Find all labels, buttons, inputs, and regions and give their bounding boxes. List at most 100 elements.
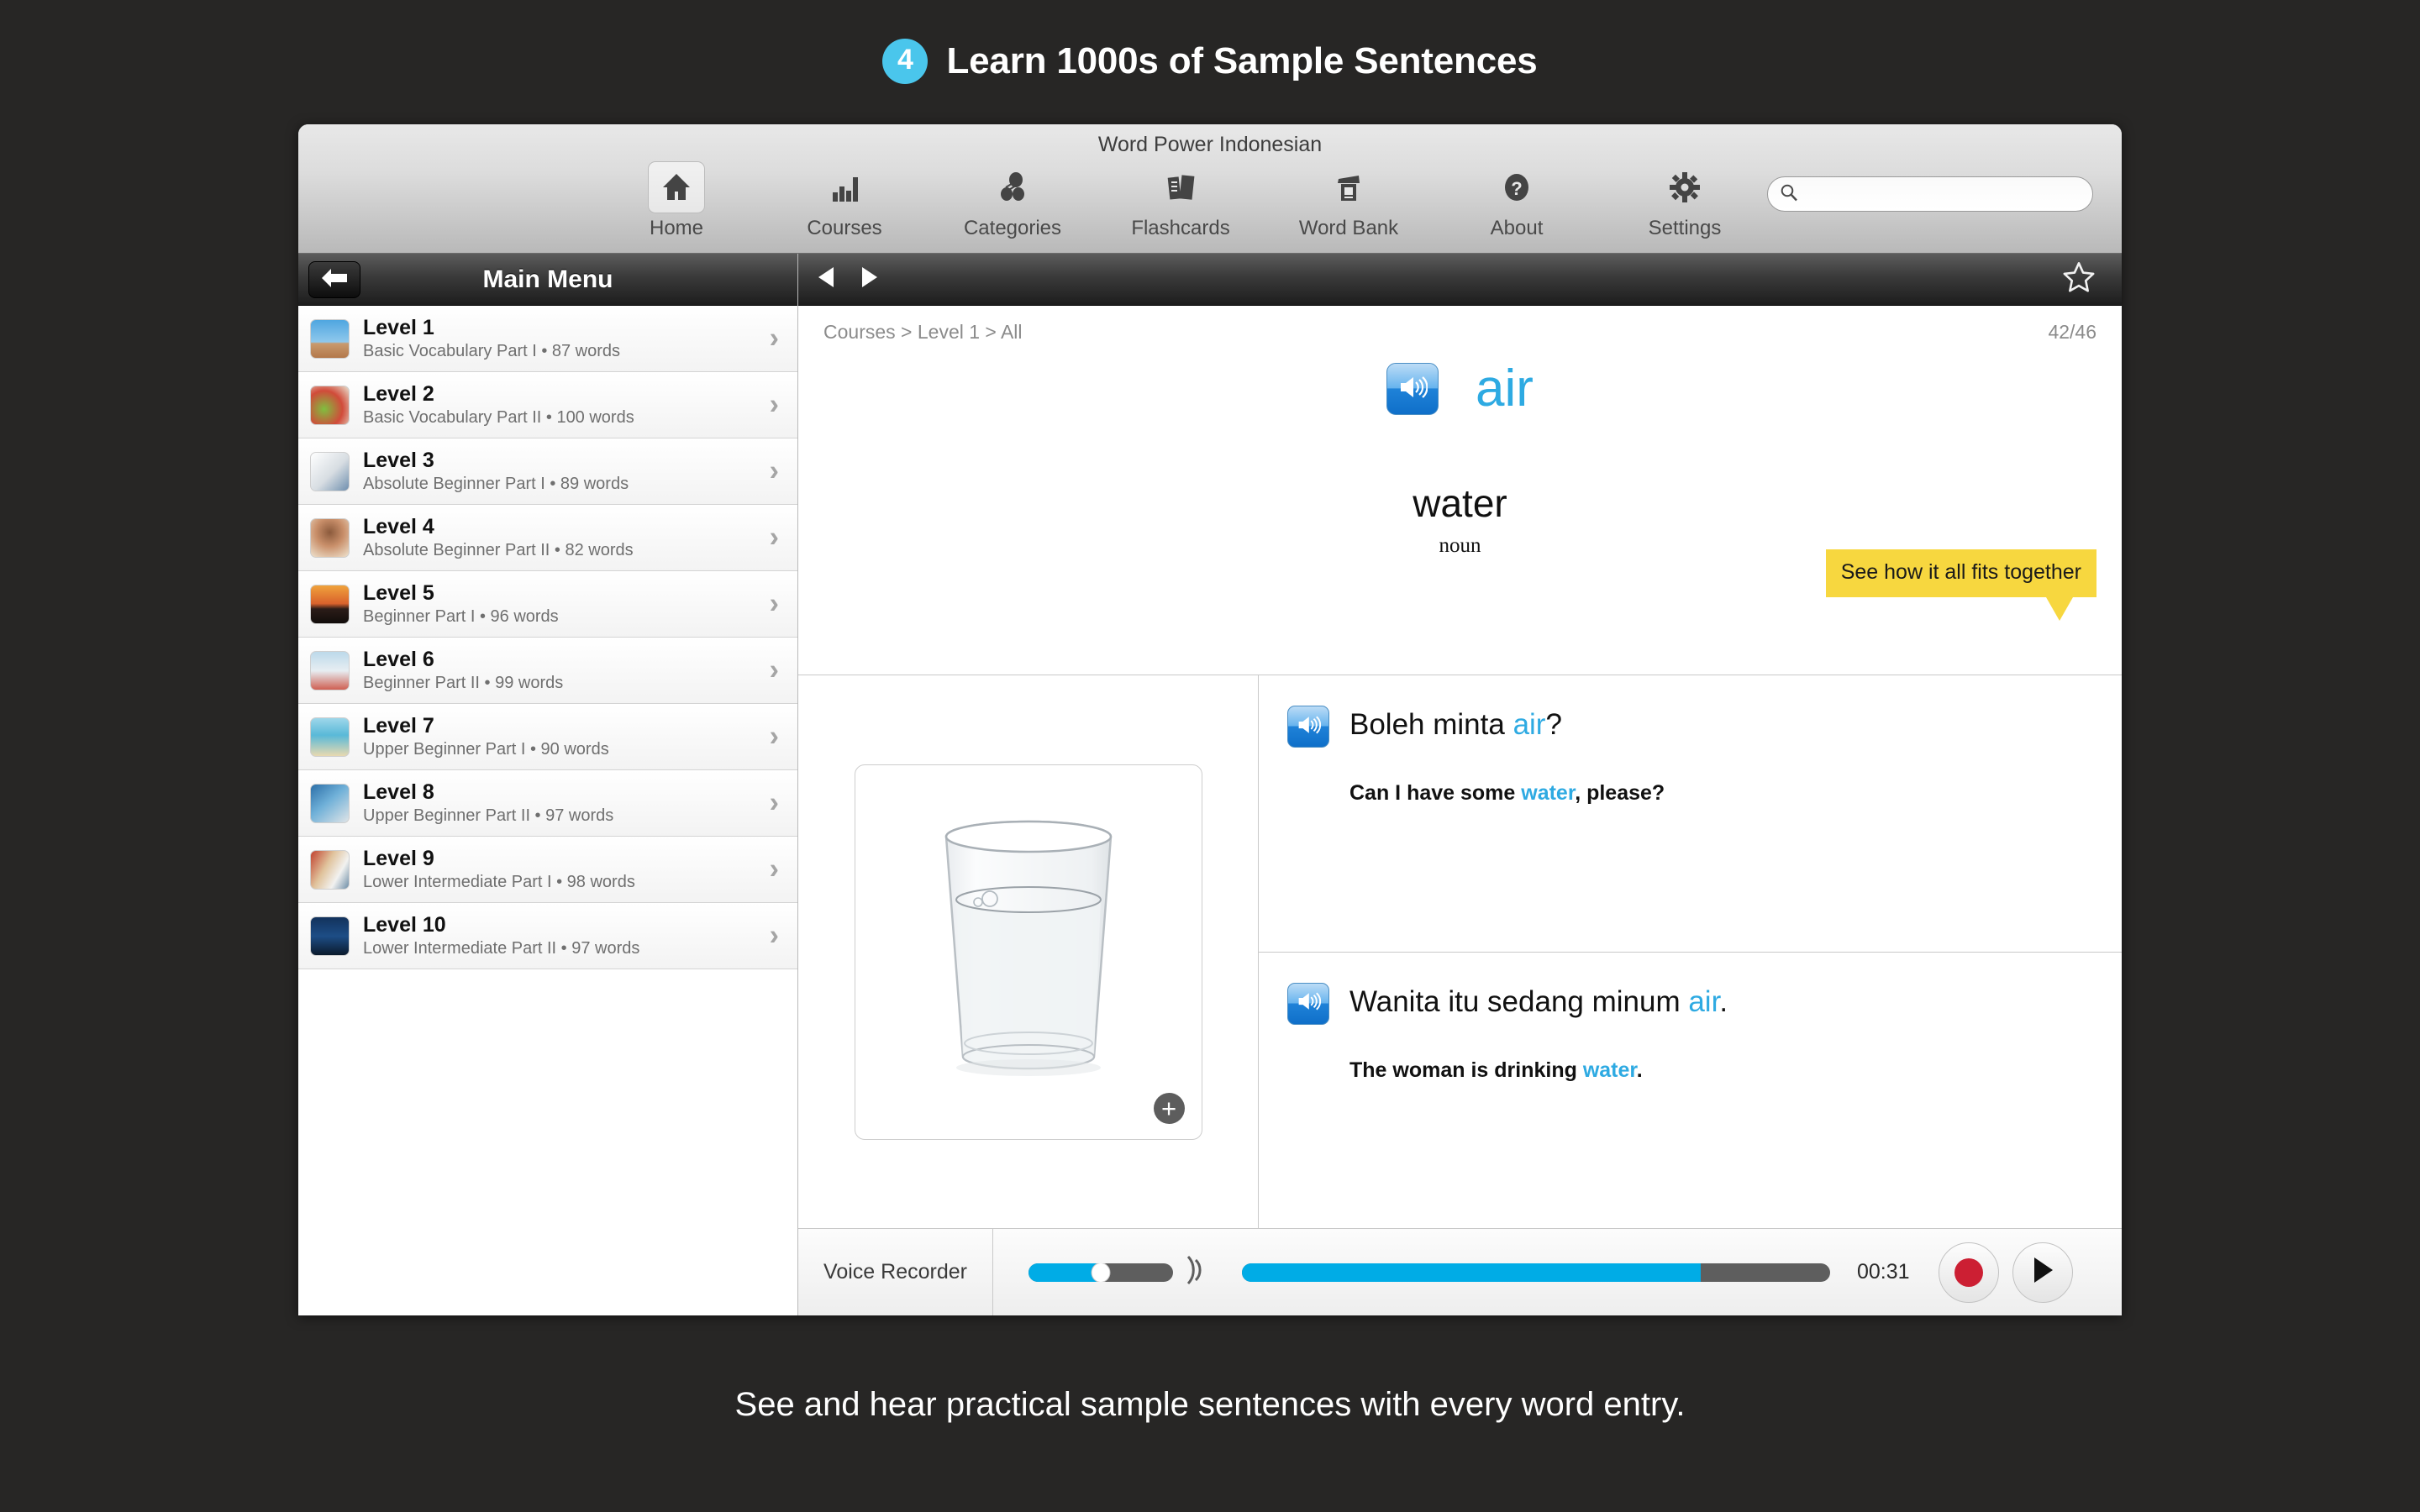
item-counter: 42/46 xyxy=(2048,321,2096,343)
gear-icon xyxy=(1656,161,1713,213)
toolbar-item-categories[interactable]: Categories xyxy=(929,161,1097,240)
playback-progress-slider[interactable] xyxy=(1242,1263,1830,1282)
step-number-badge: 4 xyxy=(882,38,929,84)
headword-row: air xyxy=(798,363,2122,415)
toolbar-label: Flashcards xyxy=(1131,217,1230,239)
sentence-translation-text: The woman is drinking water. xyxy=(1349,1058,2088,1083)
toolbar-item-word-bank[interactable]: Word Bank xyxy=(1265,161,1433,240)
level-name: Level 3 xyxy=(363,448,434,472)
level-subtitle: Lower Intermediate Part I • 98 words xyxy=(363,872,635,891)
chevron-right-icon: › xyxy=(769,786,779,819)
volume-knob[interactable] xyxy=(1091,1263,1111,1282)
sentence-audio-button[interactable] xyxy=(1287,706,1329,748)
level-text: Level 2 Basic Vocabulary Part II • 100 w… xyxy=(363,382,634,428)
chevron-right-icon: › xyxy=(769,919,779,952)
window-title: Word Power Indonesian xyxy=(1097,133,1323,156)
play-button[interactable] xyxy=(2012,1242,2073,1303)
record-icon xyxy=(1954,1257,1983,1287)
favorite-star-icon[interactable] xyxy=(2061,260,2096,299)
chevron-right-icon: › xyxy=(769,388,779,421)
content-header xyxy=(798,254,2122,306)
word-pane: Courses > Level 1 > All 42/46 air water … xyxy=(798,306,2122,675)
sentence-audio-button[interactable] xyxy=(1287,982,1329,1025)
content-panel: Courses > Level 1 > All 42/46 air water … xyxy=(798,254,2122,1315)
chevron-right-icon: › xyxy=(769,853,779,885)
list-item[interactable]: Level 3 Absolute Beginner Part I • 89 wo… xyxy=(298,438,797,505)
voice-recorder-bar: Voice Recorder 00:31 xyxy=(798,1228,2122,1315)
search-box[interactable] xyxy=(1767,176,2093,212)
bed-photo xyxy=(310,650,350,690)
level-name: Level 4 xyxy=(363,514,434,538)
word-bank-icon xyxy=(1320,161,1377,213)
list-item[interactable]: Level 10 Lower Intermediate Part II • 97… xyxy=(298,903,797,969)
word-image-card[interactable]: + xyxy=(854,764,1202,1140)
runner-photo xyxy=(310,916,350,956)
back-arrow-icon xyxy=(320,267,349,293)
speaker-icon xyxy=(1296,990,1322,1016)
plus-icon[interactable]: + xyxy=(1153,1092,1185,1124)
bar-chart-icon xyxy=(816,161,873,213)
sentence-target-pre: Wanita itu sedang minum xyxy=(1349,984,1689,1018)
list-item[interactable]: Level 5 Beginner Part I • 96 words › xyxy=(298,571,797,638)
app-toolbar: Word Power Indonesian Home Courses Categ… xyxy=(298,124,2122,254)
list-item[interactable]: Level 6 Beginner Part II • 99 words › xyxy=(298,638,797,704)
level-subtitle: Absolute Beginner Part II • 82 words xyxy=(363,540,634,559)
chevron-right-icon: › xyxy=(769,587,779,620)
toolbar-item-home[interactable]: Home xyxy=(592,161,760,240)
hurdler-photo xyxy=(310,318,350,359)
list-item[interactable]: Level 8 Upper Beginner Part II • 97 word… xyxy=(298,770,797,837)
laptop-photo xyxy=(310,783,350,823)
glass-of-water-photo xyxy=(902,811,1155,1093)
list-item[interactable]: Level 4 Absolute Beginner Part II • 82 w… xyxy=(298,505,797,571)
list-item[interactable]: Level 1 Basic Vocabulary Part I • 87 wor… xyxy=(298,306,797,372)
volume-control xyxy=(1028,1252,1207,1293)
sentence-translation-text: Can I have some water, please? xyxy=(1349,781,2088,806)
chevron-right-icon: › xyxy=(769,720,779,753)
toolbar-label: Categories xyxy=(963,217,1062,239)
level-subtitle: Beginner Part II • 99 words xyxy=(363,673,564,692)
toolbar-label: Word Bank xyxy=(1298,217,1399,239)
sentence-target-post: . xyxy=(1719,984,1728,1018)
promo-title: Learn 1000s of Sample Sentences xyxy=(946,39,1538,81)
volume-fill xyxy=(1028,1263,1101,1282)
chevron-right-icon: › xyxy=(769,654,779,686)
back-button[interactable] xyxy=(308,261,360,298)
level-name: Level 5 xyxy=(363,580,434,605)
previous-arrow-icon[interactable] xyxy=(815,265,837,294)
toolbar-item-settings[interactable]: Settings xyxy=(1601,161,1769,240)
toolbar-item-courses[interactable]: Courses xyxy=(760,161,929,240)
sentence-translation-post: . xyxy=(1636,1058,1643,1082)
sentence-translation-pre: The woman is drinking xyxy=(1349,1058,1583,1082)
list-item[interactable]: Level 9 Lower Intermediate Part I • 98 w… xyxy=(298,837,797,903)
chevron-right-icon: › xyxy=(769,322,779,354)
level-text: Level 7 Upper Beginner Part I • 90 words xyxy=(363,714,609,760)
list-item[interactable]: Level 2 Basic Vocabulary Part II • 100 w… xyxy=(298,372,797,438)
playback-progress-fill xyxy=(1242,1263,1701,1282)
toolbar-items: Home Courses Categories Flashcards Word … xyxy=(592,161,1769,240)
list-item[interactable]: Level 7 Upper Beginner Part I • 90 words… xyxy=(298,704,797,770)
level-subtitle: Absolute Beginner Part I • 89 words xyxy=(363,474,629,493)
toolbar-item-about[interactable]: ? About xyxy=(1433,161,1601,240)
sentence-target-pre: Boleh minta xyxy=(1349,708,1513,741)
search-input[interactable] xyxy=(1805,183,2081,205)
sentence-target-text: Wanita itu sedang minum air. xyxy=(1349,983,1728,1019)
app-body: Main Menu Level 1 Basic Vocabulary Part … xyxy=(298,254,2122,1315)
record-button[interactable] xyxy=(1938,1242,1999,1303)
toolbar-item-flashcards[interactable]: Flashcards xyxy=(1097,161,1265,240)
level-name: Level 2 xyxy=(363,381,434,406)
sentences-pane: + Boleh minta air? Can I have some water… xyxy=(798,675,2122,1228)
speaker-icon xyxy=(1397,374,1428,405)
sidebar: Main Menu Level 1 Basic Vocabulary Part … xyxy=(298,254,798,1315)
app-window: Word Power Indonesian Home Courses Categ… xyxy=(298,124,2122,1315)
level-name: Level 9 xyxy=(363,846,434,870)
sidebar-title: Main Menu xyxy=(482,265,613,293)
toolbar-label: Settings xyxy=(1648,217,1722,239)
volume-slider[interactable] xyxy=(1028,1263,1173,1282)
next-arrow-icon[interactable] xyxy=(859,265,881,294)
toolbar-label: Courses xyxy=(807,217,882,239)
vegetables-photo xyxy=(310,385,350,425)
chevron-right-icon: › xyxy=(769,454,779,487)
headword-translation: water xyxy=(1413,481,1507,525)
headword-audio-button[interactable] xyxy=(1386,363,1439,415)
level-list: Level 1 Basic Vocabulary Part I • 87 wor… xyxy=(298,306,797,969)
